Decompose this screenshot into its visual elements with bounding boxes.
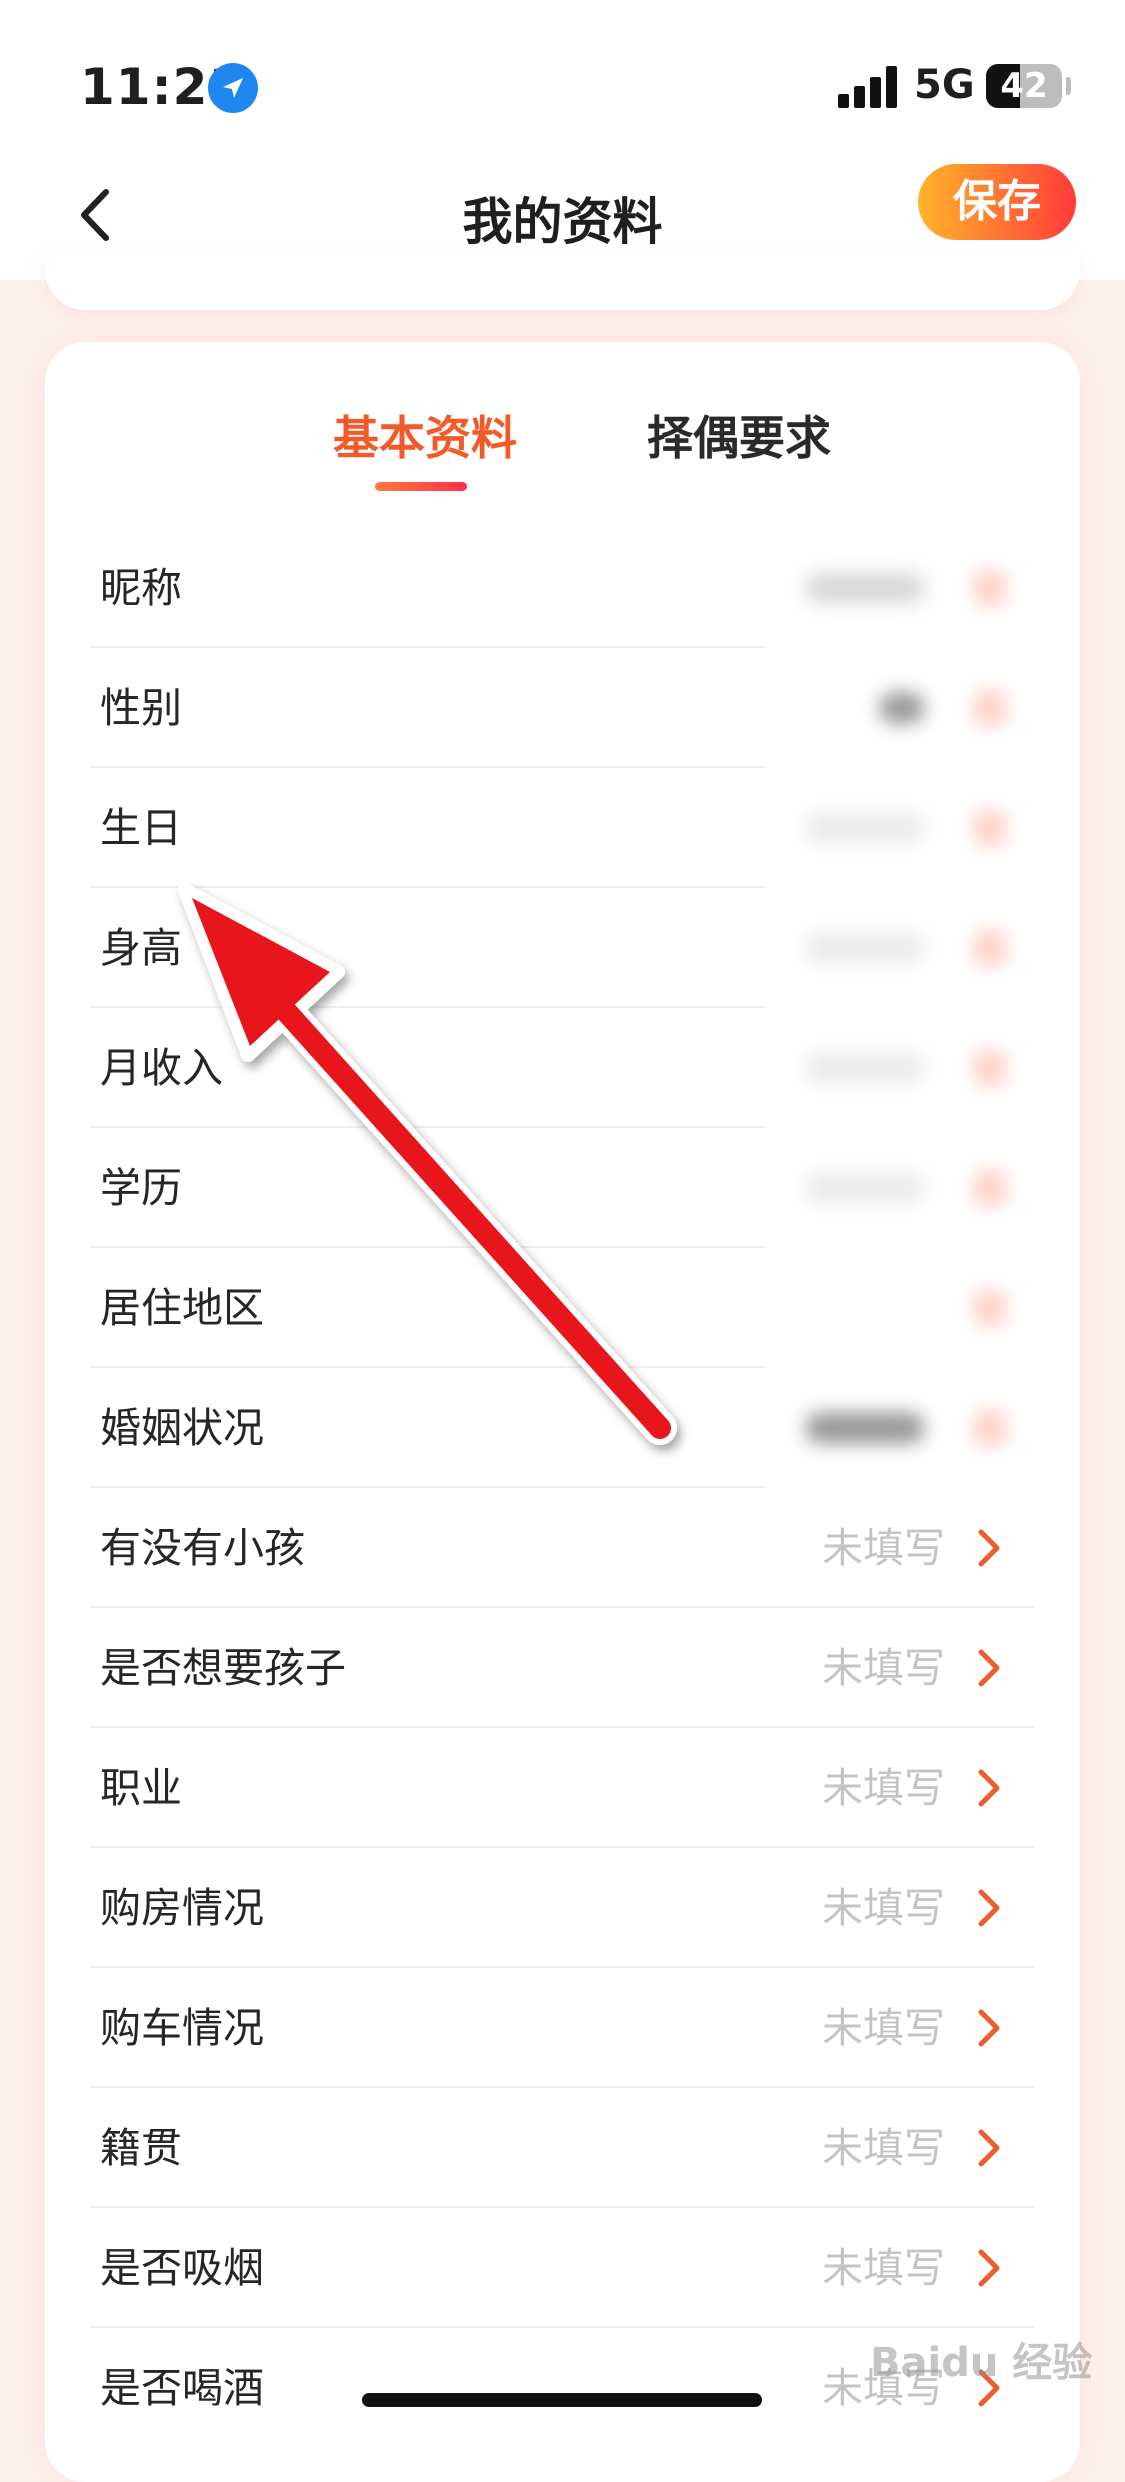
chevron-right-icon bbox=[973, 690, 1007, 726]
chevron-right-icon bbox=[973, 1170, 1007, 1206]
status-bar: 11:21 5G 42 bbox=[0, 0, 1125, 150]
row-label: 购房情况 bbox=[100, 1884, 264, 1932]
list-item-marital-status[interactable]: 婚姻状况 bbox=[90, 1368, 1035, 1488]
blurred-value bbox=[805, 932, 925, 964]
list-item-monthly-income[interactable]: 月收入 bbox=[90, 1008, 1035, 1128]
row-value: 未填写 bbox=[822, 2004, 945, 2052]
row-label: 是否想要孩子 bbox=[100, 1644, 346, 1692]
chevron-right-icon bbox=[978, 2249, 1000, 2287]
blurred-value bbox=[805, 812, 925, 844]
chevron-right-icon bbox=[978, 1769, 1000, 1807]
signal-icon bbox=[838, 66, 898, 108]
list-item-birthday[interactable]: 生日 bbox=[90, 768, 1035, 888]
chevron-right-icon bbox=[978, 1889, 1000, 1927]
row-label: 月收入 bbox=[100, 1044, 223, 1092]
network-type: 5G bbox=[914, 62, 975, 108]
chevron-right-icon bbox=[973, 1290, 1007, 1326]
row-label: 生日 bbox=[100, 804, 182, 852]
row-label: 婚姻状况 bbox=[100, 1404, 264, 1452]
active-tab-indicator bbox=[375, 482, 467, 491]
chevron-right-icon bbox=[973, 1410, 1007, 1446]
tab-basic-info[interactable]: 基本资料 bbox=[333, 402, 517, 468]
battery-level: 42 bbox=[1000, 66, 1048, 106]
list-item-smoking[interactable]: 是否吸烟 未填写 bbox=[90, 2208, 1035, 2328]
row-label: 身高 bbox=[100, 924, 182, 972]
row-value: 未填写 bbox=[822, 2124, 945, 2172]
row-value: 未填写 bbox=[822, 1644, 945, 1692]
blurred-value bbox=[805, 572, 925, 604]
row-label: 居住地区 bbox=[100, 1284, 264, 1332]
chevron-right-icon bbox=[973, 1050, 1007, 1086]
row-label: 职业 bbox=[100, 1764, 182, 1812]
battery-icon: 42 bbox=[986, 64, 1062, 108]
blurred-value bbox=[805, 1172, 925, 1204]
location-arrow-icon bbox=[208, 63, 258, 113]
list-item-nickname[interactable]: 昵称 bbox=[90, 528, 1035, 648]
row-label: 是否喝酒 bbox=[100, 2364, 264, 2412]
blurred-value bbox=[879, 692, 925, 724]
row-label: 昵称 bbox=[100, 564, 182, 612]
battery-tip bbox=[1066, 77, 1071, 95]
list-item-car[interactable]: 购车情况 未填写 bbox=[90, 1968, 1035, 2088]
tab-bar: 基本资料 择偶要求 bbox=[45, 342, 1080, 502]
profile-card: 基本资料 择偶要求 昵称 性别 生日 身高 月收入 学历 居住地区 婚姻状况 有… bbox=[45, 342, 1080, 2482]
chevron-right-icon bbox=[978, 2009, 1000, 2047]
list-item-housing[interactable]: 购房情况 未填写 bbox=[90, 1848, 1035, 1968]
row-label: 籍贯 bbox=[100, 2124, 182, 2172]
list-item-occupation[interactable]: 职业 未填写 bbox=[90, 1728, 1035, 1848]
chevron-right-icon bbox=[973, 930, 1007, 966]
list-item-hometown[interactable]: 籍贯 未填写 bbox=[90, 2088, 1035, 2208]
row-label: 学历 bbox=[100, 1164, 182, 1212]
list-item-residence[interactable]: 居住地区 bbox=[90, 1248, 1035, 1368]
row-value: 未填写 bbox=[822, 1884, 945, 1932]
save-button[interactable]: 保存 bbox=[918, 164, 1076, 240]
blurred-value bbox=[805, 1052, 925, 1084]
list-item-education[interactable]: 学历 bbox=[90, 1128, 1035, 1248]
list-item-gender[interactable]: 性别 bbox=[90, 648, 1035, 768]
previous-card-edge bbox=[45, 250, 1080, 310]
list-item-has-children[interactable]: 有没有小孩 未填写 bbox=[90, 1488, 1035, 1608]
chevron-right-icon bbox=[973, 570, 1007, 606]
row-value: 未填写 bbox=[822, 1524, 945, 1572]
row-value: 未填写 bbox=[822, 2244, 945, 2292]
list-item-want-children[interactable]: 是否想要孩子 未填写 bbox=[90, 1608, 1035, 1728]
blurred-value bbox=[805, 1412, 925, 1444]
chevron-right-icon bbox=[978, 1529, 1000, 1567]
tab-partner-preferences[interactable]: 择偶要求 bbox=[647, 402, 831, 468]
chevron-right-icon bbox=[973, 810, 1007, 846]
row-label: 是否吸烟 bbox=[100, 2244, 264, 2292]
row-label: 购车情况 bbox=[100, 2004, 264, 2052]
chevron-right-icon bbox=[978, 2129, 1000, 2167]
row-value: 未填写 bbox=[822, 1764, 945, 1812]
row-label: 有没有小孩 bbox=[100, 1524, 305, 1572]
chevron-right-icon bbox=[978, 1649, 1000, 1687]
watermark: Baidu 经验 bbox=[870, 2340, 1093, 2386]
list-item-height[interactable]: 身高 bbox=[90, 888, 1035, 1008]
home-indicator[interactable] bbox=[362, 2393, 762, 2407]
row-label: 性别 bbox=[100, 684, 182, 732]
